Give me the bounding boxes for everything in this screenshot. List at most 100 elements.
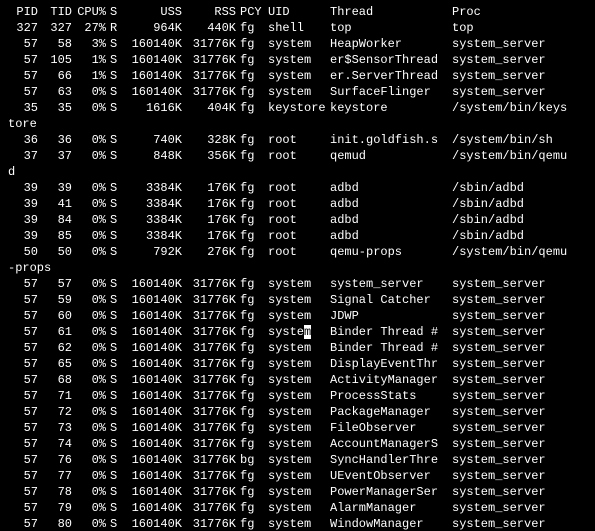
cell-thread: SurfaceFlinger (328, 84, 450, 100)
cell-rss: 31776K (184, 356, 238, 372)
cell-proc: system_server (450, 52, 589, 68)
col-uss: USS (122, 4, 184, 20)
cell-uid: root (266, 196, 328, 212)
cell-state: S (108, 276, 122, 292)
table-row: 57630%S160140K31776KfgsystemSurfaceFling… (6, 84, 589, 100)
cell-state: S (108, 420, 122, 436)
table-row: 39840%S3384K176Kfgrootadbd/sbin/adbd (6, 212, 589, 228)
cell-pcy: fg (238, 436, 266, 452)
cell-pcy: fg (238, 180, 266, 196)
cell-proc: system_server (450, 372, 589, 388)
cell-pcy: fg (238, 100, 266, 116)
cell-pid: 57 (6, 292, 40, 308)
table-row: 57620%S160140K31776KfgsystemBinder Threa… (6, 340, 589, 356)
cell-pid: 57 (6, 36, 40, 52)
table-row: 57610%S160140K31776KfgsystemBinder Threa… (6, 324, 589, 340)
cell-pid: 39 (6, 212, 40, 228)
cell-pcy: fg (238, 228, 266, 244)
cell-cpu: 0% (74, 148, 108, 164)
cell-proc: system_server (450, 36, 589, 52)
cell-pcy: fg (238, 84, 266, 100)
cell-rss: 31776K (184, 324, 238, 340)
cell-state: S (108, 212, 122, 228)
cell-proc: /system/bin/sh (450, 132, 589, 148)
cell-cpu: 0% (74, 244, 108, 260)
cell-tid: 62 (40, 340, 74, 356)
cell-uss: 964K (122, 20, 184, 36)
table-row: 39390%S3384K176Kfgrootadbd/sbin/adbd (6, 180, 589, 196)
cell-thread: Binder Thread # (328, 340, 450, 356)
cell-uid: system (266, 52, 328, 68)
cell-pid: 39 (6, 196, 40, 212)
cell-tid: 60 (40, 308, 74, 324)
table-row: 57590%S160140K31776KfgsystemSignal Catch… (6, 292, 589, 308)
cell-proc: system_server (450, 484, 589, 500)
cell-uss: 160140K (122, 436, 184, 452)
table-row: 37370%S848K356Kfgrootqemud/system/bin/qe… (6, 148, 589, 164)
cell-thread: er$SensorThread (328, 52, 450, 68)
cell-tid: 74 (40, 436, 74, 452)
cell-pid: 36 (6, 132, 40, 148)
cell-cpu: 3% (74, 36, 108, 52)
cell-proc: system_server (450, 308, 589, 324)
cell-tid: 57 (40, 276, 74, 292)
cell-tid: 41 (40, 196, 74, 212)
cell-proc: /system/bin/qemu (450, 244, 589, 260)
cell-tid: 76 (40, 452, 74, 468)
table-row: 57570%S160140K31776Kfgsystemsystem_serve… (6, 276, 589, 292)
cell-proc: system_server (450, 388, 589, 404)
cell-tid: 39 (40, 180, 74, 196)
cell-pcy: fg (238, 276, 266, 292)
cell-rss: 31776K (184, 516, 238, 531)
table-row: -props (6, 260, 589, 276)
cell-cpu: 0% (74, 484, 108, 500)
cell-state: S (108, 404, 122, 420)
cell-rss: 31776K (184, 68, 238, 84)
cell-cpu: 0% (74, 420, 108, 436)
cell-state: S (108, 388, 122, 404)
table-row: 57600%S160140K31776KfgsystemJDWPsystem_s… (6, 308, 589, 324)
cell-pcy: fg (238, 500, 266, 516)
cell-rss: 31776K (184, 84, 238, 100)
cell-rss: 404K (184, 100, 238, 116)
cell-pid: 57 (6, 308, 40, 324)
cell-thread: PackageManager (328, 404, 450, 420)
cell-tid: 73 (40, 420, 74, 436)
table-header-row: PID TID CPU% S USS RSS PCY UID Thread Pr… (6, 4, 589, 20)
cell-proc: system_server (450, 340, 589, 356)
cell-pid: 57 (6, 52, 40, 68)
cell-cpu: 0% (74, 436, 108, 452)
cell-state: S (108, 340, 122, 356)
table-row: 36360%S740K328Kfgrootinit.goldfish.s/sys… (6, 132, 589, 148)
cell-uid: system (266, 340, 328, 356)
cell-uss: 160140K (122, 340, 184, 356)
cell-pid: 57 (6, 276, 40, 292)
cell-rss: 31776K (184, 52, 238, 68)
cell-thread: HeapWorker (328, 36, 450, 52)
cell-uss: 160140K (122, 516, 184, 531)
cell-state: S (108, 68, 122, 84)
cell-cpu: 0% (74, 228, 108, 244)
cell-uss: 160140K (122, 52, 184, 68)
table-row: 35350%S1616K404Kfgkeystorekeystore/syste… (6, 100, 589, 116)
cell-rss: 176K (184, 180, 238, 196)
cell-uid: system (266, 452, 328, 468)
cell-cpu: 0% (74, 372, 108, 388)
cell-pid: 57 (6, 484, 40, 500)
cell-proc: top (450, 20, 589, 36)
cell-thread: Signal Catcher (328, 292, 450, 308)
cell-uid: system (266, 372, 328, 388)
cell-uid: system (266, 356, 328, 372)
cell-uid: system (266, 276, 328, 292)
cell-uss: 3384K (122, 180, 184, 196)
cell-uss: 160140K (122, 468, 184, 484)
cell-uss: 740K (122, 132, 184, 148)
cell-state: S (108, 52, 122, 68)
table-row: 32732727%R964K440Kfgshelltoptop (6, 20, 589, 36)
cell-rss: 176K (184, 228, 238, 244)
cell-uss: 792K (122, 244, 184, 260)
cell-uss: 160140K (122, 372, 184, 388)
table-row: 57780%S160140K31776KfgsystemPowerManager… (6, 484, 589, 500)
wrapped-text: tore (6, 116, 589, 132)
cell-proc: /sbin/adbd (450, 212, 589, 228)
